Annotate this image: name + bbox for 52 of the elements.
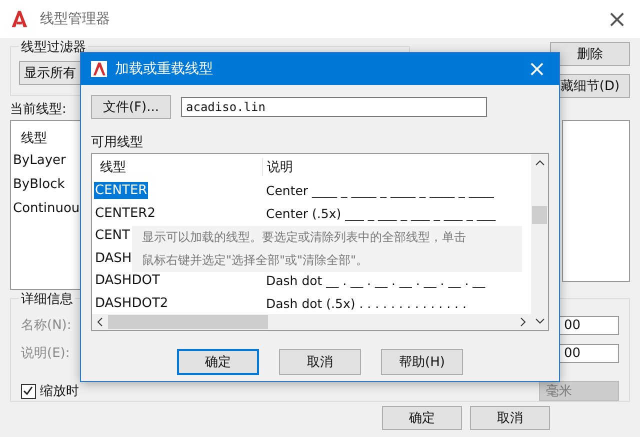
scale-checkbox[interactable]: 缩放时 xyxy=(21,382,79,400)
linetype-name: DASHDOT xyxy=(94,272,161,290)
list-item[interactable]: ByBlock xyxy=(13,177,83,201)
linetype-description: Center ____ _ ____ _ ____ _ ____ _ ____ xyxy=(265,183,494,198)
horizontal-scrollbar[interactable] xyxy=(92,314,531,330)
linetype-name: DASHDOT2 xyxy=(94,294,170,312)
table-row[interactable]: CENTER2 Center (.5x) ___ _ ___ _ ___ _ ___ _ ___ xyxy=(92,202,531,224)
column-header: 线型 xyxy=(20,130,48,148)
dialog-button[interactable]: 帮助(H) xyxy=(381,349,463,375)
linetype-description: Center (.5x) ___ _ ___ _ ___ _ ___ _ ___ xyxy=(265,206,496,221)
dialog-title: 加载或重载线型 xyxy=(115,60,213,78)
app-logo-icon xyxy=(10,10,28,28)
input-field[interactable]: 00 xyxy=(559,316,619,334)
name-label: 名称(N): xyxy=(21,317,72,334)
available-linetypes-label: 可用线型 xyxy=(91,134,144,152)
checkbox[interactable] xyxy=(21,384,36,398)
group-label: 详细信息 xyxy=(19,290,75,308)
current-linetype-label: 当前线型: xyxy=(10,102,66,117)
window-title: 线型管理器 xyxy=(40,10,110,28)
scrollbar-thumb[interactable] xyxy=(532,206,547,224)
tooltip-text: 显示可以加载的线型。要选定或清除列表中的全部线型，单击 xyxy=(142,229,467,246)
linetype-name: CENTER xyxy=(94,182,148,200)
table-row[interactable]: DASHDOT Dash dot __ . __ . __ . __ . __ . __ . __ xyxy=(92,269,531,292)
column-header[interactable]: 线型 xyxy=(92,158,263,176)
dialog-button[interactable]: 确定 xyxy=(177,349,259,375)
list-item[interactable]: Continuou xyxy=(13,201,83,225)
dialog-button[interactable]: 取消 xyxy=(279,349,361,375)
linetype-name: CENTER2 xyxy=(94,204,156,222)
side-button[interactable]: 删除 xyxy=(550,42,630,66)
scroll-down-icon[interactable] xyxy=(534,318,544,324)
dialog-button[interactable]: 确定 xyxy=(382,406,462,430)
table-row[interactable]: DASHDOT2 Dash dot (.5x) . . . . . . . . . . . . . . xyxy=(92,292,531,314)
close-button[interactable]: × xyxy=(594,4,640,34)
group-label: 线型过滤器 xyxy=(19,38,88,56)
scroll-up-icon[interactable] xyxy=(534,160,544,166)
dialog-button[interactable]: 取消 xyxy=(470,406,550,430)
scrollbar-thumb[interactable] xyxy=(108,315,268,330)
file-button[interactable]: 文件(F)... xyxy=(91,95,171,119)
scroll-left-icon[interactable] xyxy=(97,317,103,328)
checkbox-label: 缩放时 xyxy=(40,383,79,400)
linetype-description: Dash dot __ . __ . __ . __ . __ . __ . __ xyxy=(265,273,486,288)
input-field[interactable]: 00 xyxy=(559,344,619,362)
scroll-right-icon[interactable] xyxy=(520,317,526,328)
list-item[interactable]: ByLayer xyxy=(13,153,83,177)
table-row[interactable]: CENTER Center ____ _ ____ _ ____ _ ____ _ ____ xyxy=(92,179,531,202)
app-logo-icon xyxy=(91,61,107,77)
description-label: 说明(E): xyxy=(21,345,70,362)
vertical-scrollbar[interactable] xyxy=(531,154,548,330)
tooltip-text: 鼠标右键并选定"选择全部"或"清除全部"。 xyxy=(142,252,370,269)
column-header[interactable]: 说明 xyxy=(263,158,293,176)
file-name-field[interactable]: acadiso.lin xyxy=(181,97,487,117)
linetype-description: Dash dot (.5x) . . . . . . . . . . . . . . xyxy=(265,296,466,311)
